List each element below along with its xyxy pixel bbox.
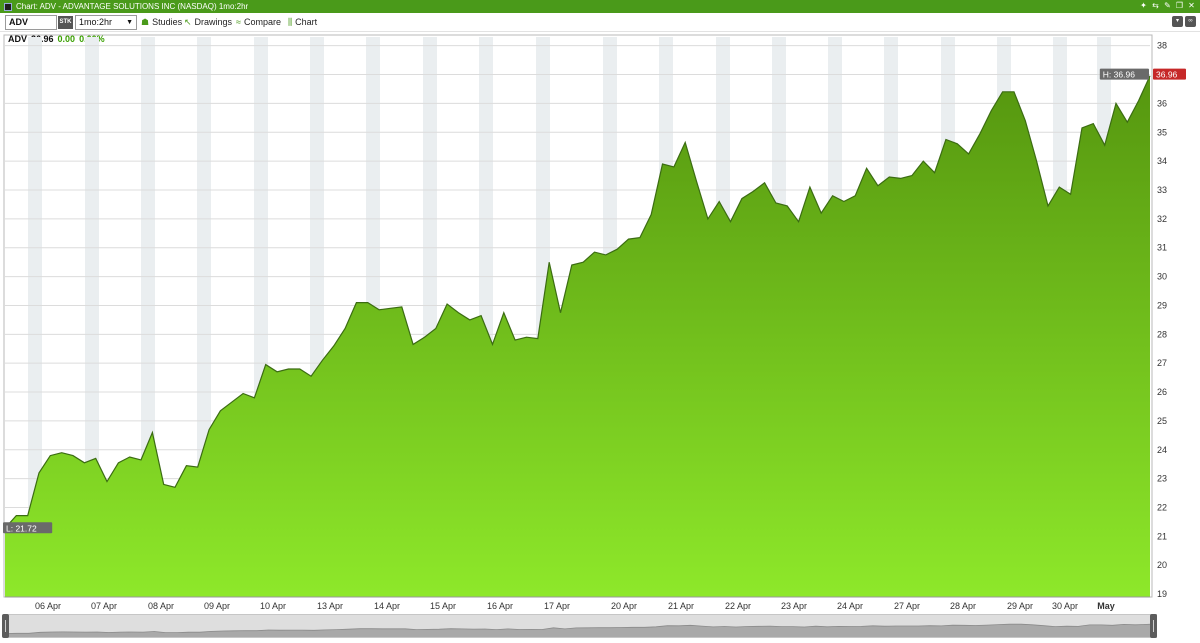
- compare-button[interactable]: ≈ Compare: [236, 16, 281, 29]
- x-tick-label: 24 Apr: [837, 601, 863, 611]
- studies-icon: ☗: [141, 17, 150, 27]
- restore-icon[interactable]: ❐: [1175, 1, 1184, 10]
- compare-icon: ≈: [236, 17, 241, 27]
- price-area: [5, 75, 1150, 597]
- settings-dropdown-icon[interactable]: ▾: [1172, 16, 1183, 27]
- chart-candles-icon: ⫼: [288, 17, 293, 27]
- x-tick-label: 08 Apr: [148, 601, 174, 611]
- y-tick-label: 36: [1157, 98, 1167, 108]
- y-tick-label: 34: [1157, 156, 1167, 166]
- drawings-button[interactable]: ↖ Drawings: [184, 16, 232, 29]
- link-group-icon[interactable]: ∞: [1185, 16, 1196, 27]
- y-tick-label: 33: [1157, 185, 1167, 195]
- chart-toolbar: ADV STK 1mo:2hr ▼ ☗ Studies ↖ Drawings ≈…: [0, 13, 1200, 32]
- x-tick-label: 28 Apr: [950, 601, 976, 611]
- x-tick-label: 07 Apr: [91, 601, 117, 611]
- y-tick-label: 22: [1157, 503, 1167, 513]
- close-icon[interactable]: ✕: [1187, 1, 1196, 10]
- x-tick-label: 06 Apr: [35, 601, 61, 611]
- y-tick-label: 29: [1157, 300, 1167, 310]
- y-tick-label: 20: [1157, 560, 1167, 570]
- security-type-badge[interactable]: STK: [58, 16, 73, 29]
- last-price-label: 36.96: [1156, 70, 1178, 80]
- pin-icon[interactable]: ✦: [1139, 1, 1148, 10]
- navigator-left-handle[interactable]: [2, 614, 9, 638]
- x-tick-label: 30 Apr: [1052, 601, 1078, 611]
- x-tick-label: 15 Apr: [430, 601, 456, 611]
- y-tick-label: 30: [1157, 272, 1167, 282]
- x-tick-label: 10 Apr: [260, 601, 286, 611]
- x-tick-label: 16 Apr: [487, 601, 513, 611]
- navigator-area: [6, 623, 1156, 637]
- y-tick-label: 23: [1157, 474, 1167, 484]
- window-title: Chart: ADV - ADVANTAGE SOLUTIONS INC (NA…: [16, 2, 249, 11]
- low-label: L: 21.72: [6, 523, 37, 533]
- y-tick-label: 31: [1157, 243, 1167, 253]
- y-tick-label: 19: [1157, 589, 1167, 599]
- chart-button[interactable]: ⫼ Chart: [288, 16, 317, 29]
- period-value: 1mo:2hr: [79, 17, 113, 27]
- x-tick-label: 23 Apr: [781, 601, 807, 611]
- drawings-label: Drawings: [194, 17, 233, 27]
- studies-label: Studies: [152, 17, 183, 27]
- chart-navigator[interactable]: [5, 614, 1157, 638]
- studies-button[interactable]: ☗ Studies: [141, 16, 182, 29]
- compare-label: Compare: [243, 17, 281, 27]
- drawings-icon: ↖: [184, 17, 192, 27]
- y-tick-label: 25: [1157, 416, 1167, 426]
- x-tick-label: 27 Apr: [894, 601, 920, 611]
- chevron-down-icon: ▼: [126, 19, 133, 26]
- x-tick-label: 17 Apr: [544, 601, 570, 611]
- navigator-right-handle[interactable]: [1150, 614, 1157, 638]
- x-tick-label: 29 Apr: [1007, 601, 1033, 611]
- x-tick-label: 21 Apr: [668, 601, 694, 611]
- x-tick-label: 22 Apr: [725, 601, 751, 611]
- edit-icon[interactable]: ✎: [1163, 1, 1172, 10]
- high-label: H: 36.96: [1103, 70, 1135, 80]
- app-icon: [4, 2, 12, 11]
- price-chart[interactable]: 1920212223242526272829303132333435363738…: [0, 32, 1200, 614]
- period-select[interactable]: 1mo:2hr ▼: [75, 15, 137, 30]
- y-tick-label: 28: [1157, 329, 1167, 339]
- link-icon[interactable]: ⇆: [1151, 1, 1160, 10]
- y-tick-label: 21: [1157, 531, 1167, 541]
- y-tick-label: 24: [1157, 445, 1167, 455]
- y-tick-label: 35: [1157, 127, 1167, 137]
- x-tick-label: 09 Apr: [204, 601, 230, 611]
- x-tick-label: May: [1097, 601, 1115, 611]
- symbol-input[interactable]: ADV: [5, 15, 57, 30]
- x-tick-label: 20 Apr: [611, 601, 637, 611]
- chart-label: Chart: [295, 17, 318, 27]
- y-tick-label: 26: [1157, 387, 1167, 397]
- y-tick-label: 27: [1157, 358, 1167, 368]
- x-tick-label: 13 Apr: [317, 601, 343, 611]
- y-tick-label: 38: [1157, 41, 1167, 51]
- x-tick-label: 14 Apr: [374, 601, 400, 611]
- y-tick-label: 32: [1157, 214, 1167, 224]
- window-titlebar: Chart: ADV - ADVANTAGE SOLUTIONS INC (NA…: [0, 0, 1200, 13]
